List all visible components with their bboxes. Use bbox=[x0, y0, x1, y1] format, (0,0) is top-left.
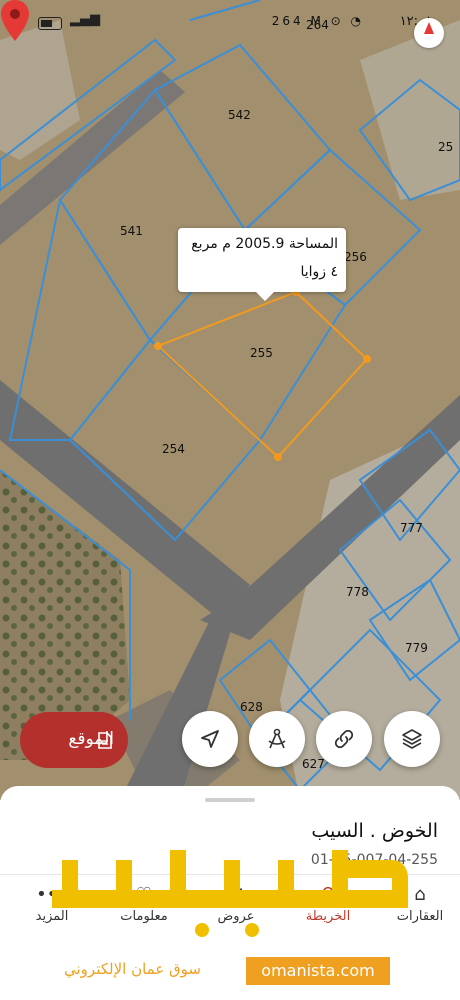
plot-number[interactable]: 627 bbox=[302, 757, 325, 771]
plot-corners-text: ٤ زوايا bbox=[300, 264, 338, 280]
watermark-tagline: سوق عمان الإلكتروني bbox=[64, 960, 201, 978]
location-button[interactable]: الموقع bbox=[20, 712, 128, 768]
layers-button[interactable] bbox=[384, 711, 440, 767]
battery-icon bbox=[38, 17, 62, 30]
draw-button[interactable] bbox=[249, 711, 305, 767]
plot-number[interactable]: 778 bbox=[346, 585, 369, 599]
share-link-button[interactable] bbox=[316, 711, 372, 767]
plot-number[interactable]: 628 bbox=[240, 700, 263, 714]
place-name: الخوض . السيب bbox=[311, 820, 438, 842]
plot-number[interactable]: 25 bbox=[438, 140, 453, 154]
status-bar: ▂▄▆ 264 M ⊙ ◔ ١٢:٠٨ bbox=[0, 0, 460, 46]
watermark-domain: omanista.com bbox=[246, 957, 390, 985]
compass-icon[interactable] bbox=[414, 18, 444, 48]
plot-number[interactable]: 777 bbox=[400, 521, 423, 535]
navigation-arrow-icon bbox=[201, 730, 219, 748]
navigation-button[interactable] bbox=[182, 711, 238, 767]
plot-number[interactable]: 541 bbox=[120, 224, 143, 238]
document-icon bbox=[98, 732, 112, 749]
signal-icon: ▂▄▆ bbox=[70, 12, 100, 27]
plot-number[interactable]: 255 bbox=[250, 346, 273, 360]
plot-area-text: المساحة 2005.9 م مربع bbox=[191, 236, 338, 252]
omanista-logo bbox=[52, 850, 408, 937]
plot-number[interactable]: 256 bbox=[344, 250, 367, 264]
plot-number[interactable]: 254 bbox=[162, 442, 185, 456]
status-indicators: 264 M ⊙ ◔ bbox=[271, 14, 364, 28]
compass-draw-icon bbox=[268, 728, 286, 749]
plot-number[interactable]: 779 bbox=[405, 641, 428, 655]
map-view[interactable]: ▂▄▆ 264 M ⊙ ◔ ١٢:٠٨ 264 542 541 256 255 … bbox=[0, 0, 460, 800]
layers-icon bbox=[402, 729, 422, 749]
sheet-drag-handle[interactable] bbox=[205, 798, 255, 802]
link-icon bbox=[334, 729, 354, 749]
plot-number[interactable]: 542 bbox=[228, 108, 251, 122]
plot-info-tooltip[interactable]: المساحة 2005.9 م مربع ٤ زوايا bbox=[178, 228, 346, 301]
